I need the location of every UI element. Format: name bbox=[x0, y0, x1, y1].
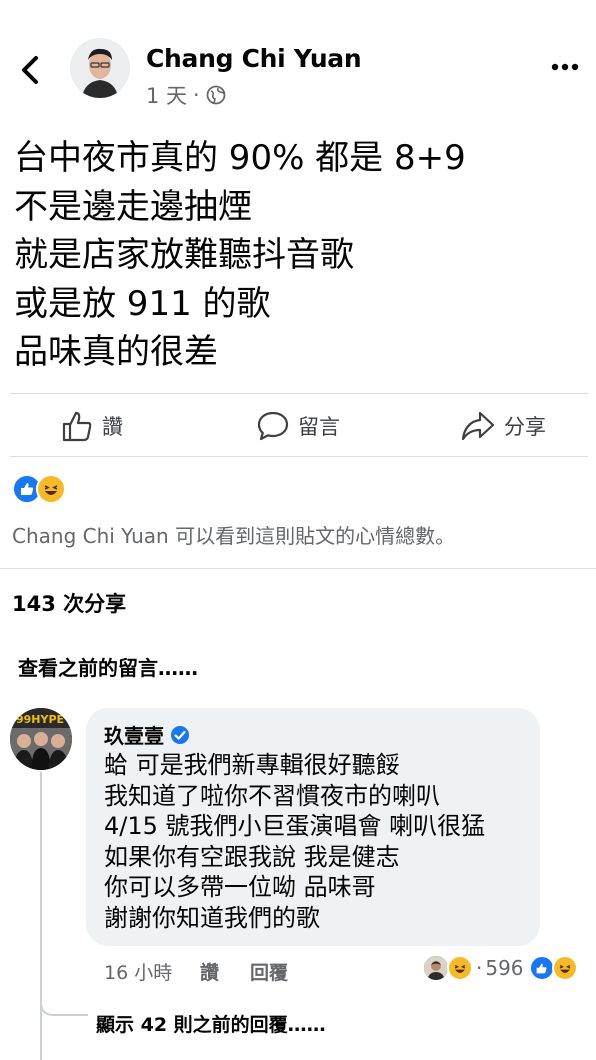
reaction-visibility-note: Chang Chi Yuan 可以看到這則貼文的心情總數。 bbox=[12, 524, 456, 548]
reaction-count: 596 bbox=[485, 956, 524, 980]
svg-text:99HYPE: 99HYPE bbox=[16, 713, 64, 726]
comment-like-button[interactable]: 讚 bbox=[200, 958, 219, 985]
like-button[interactable]: 讚 bbox=[60, 404, 123, 448]
comment-reactions[interactable]: · 596 bbox=[424, 955, 578, 981]
thumbs-up-icon bbox=[62, 411, 92, 442]
post-line: 台中夜市真的 90% 都是 8+9 bbox=[14, 138, 466, 178]
haha-reaction-icon bbox=[447, 955, 473, 981]
reaction-summary[interactable] bbox=[12, 474, 66, 504]
more-options-icon[interactable] bbox=[550, 60, 580, 74]
haha-reaction-icon bbox=[551, 955, 578, 981]
comment-bubble-icon bbox=[257, 411, 289, 441]
back-arrow-icon[interactable] bbox=[14, 50, 48, 90]
commenter-avatar[interactable]: 99HYPE bbox=[10, 708, 72, 770]
divider bbox=[10, 456, 588, 457]
like-reaction-icon bbox=[528, 955, 555, 981]
post-line: 就是店家放難聽抖音歌 bbox=[14, 235, 354, 275]
comment-line: 如果你有空跟我說 我是健志 bbox=[104, 842, 400, 871]
show-previous-replies-link[interactable]: 顯示 42 則之前的回覆…… bbox=[96, 1010, 326, 1037]
meta-separator: · bbox=[193, 83, 200, 107]
post-time[interactable]: 1 天 bbox=[146, 80, 187, 110]
commenter-name[interactable]: 玖壹壹 bbox=[104, 720, 164, 749]
post-line: 品味真的很差 bbox=[14, 332, 218, 372]
author-name[interactable]: Chang Chi Yuan bbox=[146, 44, 362, 73]
divider bbox=[10, 393, 588, 394]
comment-text: 蛤 可是我們新專輯很好聽餒 我知道了啦你不習慣夜市的喇叭 4/15 號我們小巨蛋… bbox=[104, 750, 485, 933]
reply-thread-connector bbox=[40, 985, 88, 1016]
share-label: 分享 bbox=[504, 415, 546, 439]
commenter-name-row: 玖壹壹 bbox=[104, 720, 190, 749]
comment-label: 留言 bbox=[298, 415, 340, 439]
share-arrow-icon bbox=[461, 411, 495, 441]
verified-badge-icon bbox=[171, 725, 189, 744]
globe-icon bbox=[206, 85, 226, 105]
comment-line: 蛤 可是我們新專輯很好聽餒 bbox=[104, 751, 400, 779]
reaction-separator: · bbox=[476, 956, 483, 980]
comment-line: 4/15 號我們小巨蛋演唱會 喇叭很猛 bbox=[104, 812, 486, 840]
comment-reply-button[interactable]: 回覆 bbox=[250, 958, 288, 985]
post-line: 或是放 911 的歌 bbox=[14, 283, 271, 324]
comment-line: 你可以多帶一位呦 品味哥 bbox=[104, 873, 376, 901]
divider bbox=[0, 568, 596, 569]
author-avatar[interactable] bbox=[70, 38, 130, 98]
share-count[interactable]: 143 次分享 bbox=[12, 588, 126, 618]
view-previous-comments-link[interactable]: 查看之前的留言…… bbox=[18, 652, 198, 681]
comment-button[interactable]: 留言 bbox=[256, 404, 340, 448]
like-label: 讚 bbox=[102, 415, 123, 439]
post-meta: 1 天 · bbox=[146, 80, 226, 110]
comment-time[interactable]: 16 小時 bbox=[104, 958, 172, 985]
share-button[interactable]: 分享 bbox=[460, 404, 546, 448]
haha-reaction-icon bbox=[36, 474, 66, 504]
post-line: 不是邊走邊抽煙 bbox=[14, 186, 252, 227]
comment-line: 謝謝你知道我們的歌 bbox=[104, 903, 320, 932]
reactor-avatar bbox=[424, 956, 448, 980]
post-body: 台中夜市真的 90% 都是 8+9 不是邊走邊抽煙 就是店家放難聽抖音歌 或是放… bbox=[14, 134, 584, 377]
comment-line: 我知道了啦你不習慣夜市的喇叭 bbox=[104, 781, 440, 810]
